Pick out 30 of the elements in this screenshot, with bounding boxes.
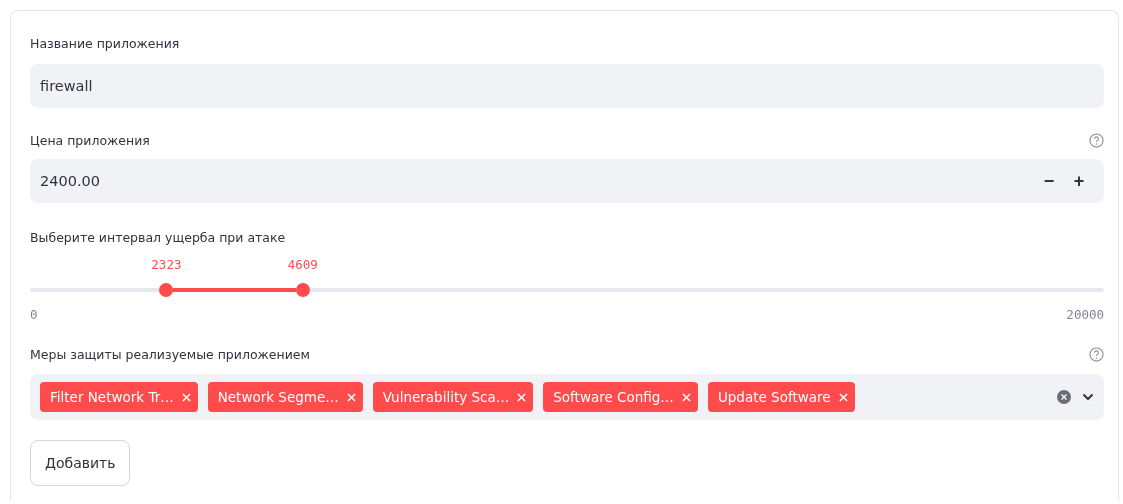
close-icon[interactable] — [838, 392, 848, 402]
slider-value: 2323 — [151, 257, 182, 272]
add-button[interactable]: Добавить — [30, 440, 131, 486]
close-icon[interactable] — [181, 392, 191, 402]
tag: Network Segme… — [207, 382, 363, 412]
slider-max: 20000 — [1066, 307, 1104, 322]
tag: Vulnerability Sca… — [372, 382, 534, 412]
slider-handle[interactable] — [295, 283, 310, 297]
close-icon[interactable] — [681, 392, 691, 402]
field-label: Цена приложения — [30, 132, 150, 148]
tag: Filter Network Tr… — [40, 382, 198, 412]
decrement-button[interactable]: − — [1034, 170, 1064, 192]
chevron-down-icon[interactable] — [1082, 393, 1094, 401]
close-icon[interactable] — [517, 392, 527, 402]
help-icon[interactable] — [1089, 132, 1104, 148]
field-label: Меры защиты реализуемые приложением — [30, 346, 310, 362]
increment-button[interactable]: + — [1064, 170, 1094, 192]
field-label: Название приложения — [30, 35, 180, 51]
clear-icon[interactable] — [1056, 389, 1072, 405]
slider-min: 0 — [30, 307, 38, 322]
slider-track[interactable] — [30, 283, 1104, 297]
number-field[interactable]: 2400.00 — [40, 173, 1034, 189]
tag: Update Software — [707, 382, 855, 412]
field-label: Выберите интервал ущерба при атаке — [30, 229, 286, 245]
tag: Software Config… — [543, 382, 698, 412]
input-field[interactable]: firewall — [30, 64, 1104, 108]
close-icon[interactable] — [346, 392, 356, 402]
slider-handle[interactable] — [159, 283, 174, 297]
slider-value: 4609 — [287, 257, 318, 272]
help-icon[interactable] — [1089, 346, 1104, 362]
